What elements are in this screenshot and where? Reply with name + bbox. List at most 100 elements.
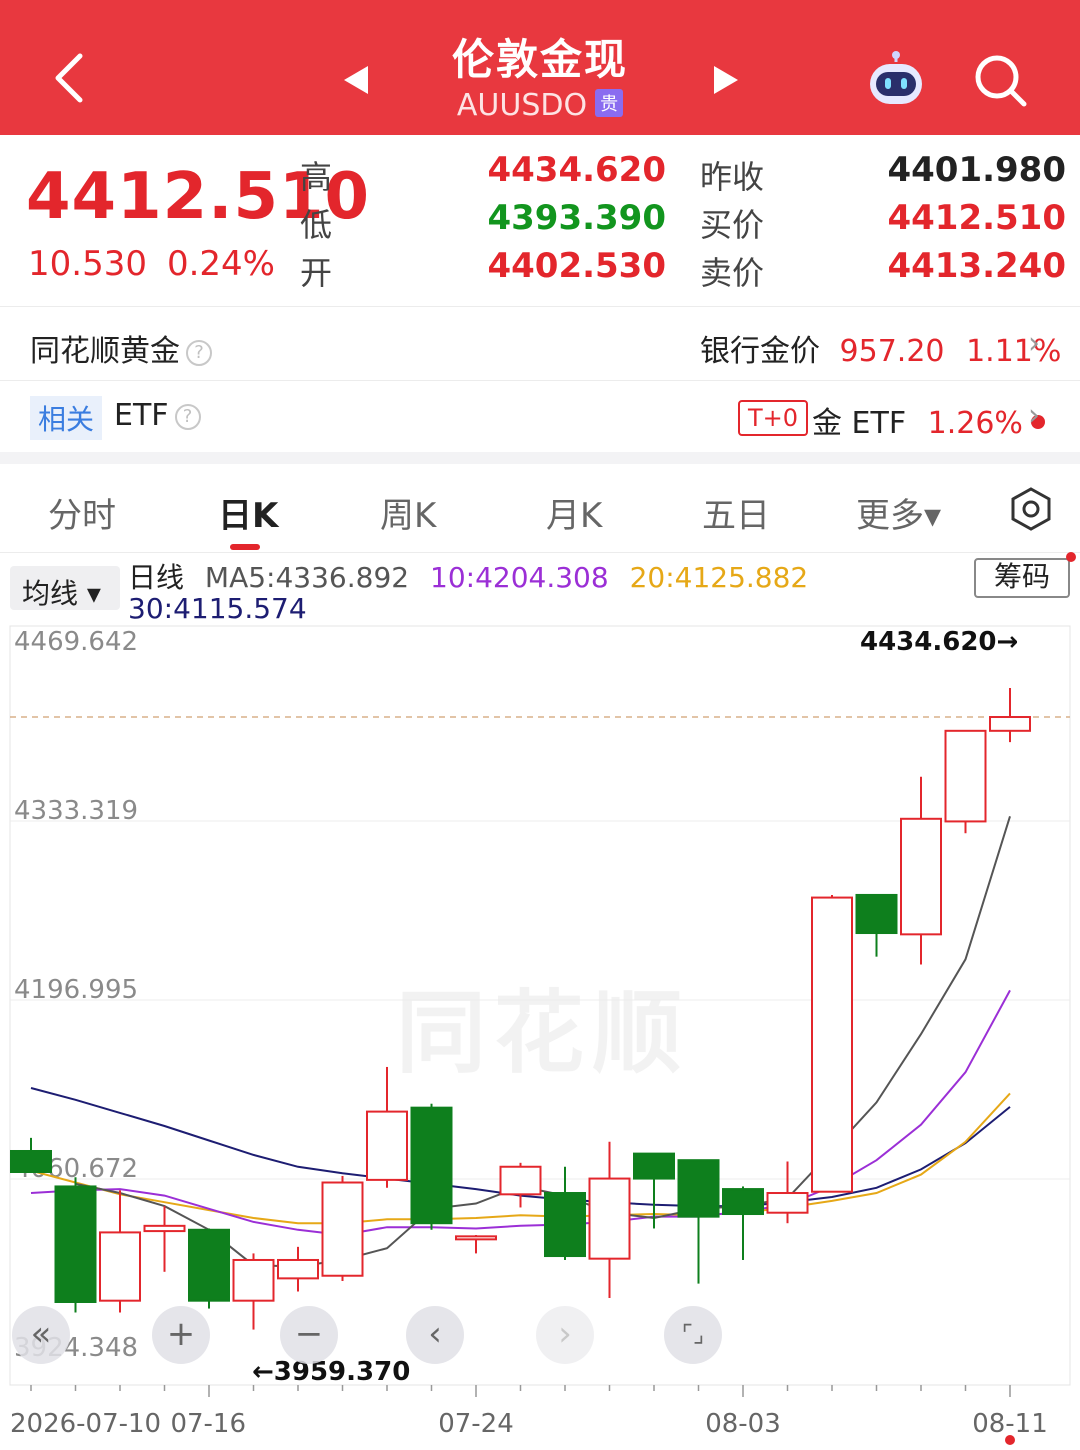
plot-frame bbox=[9, 625, 1071, 1386]
current-date-dot bbox=[1005, 1435, 1015, 1445]
candle-body bbox=[54, 1185, 97, 1303]
tab-monthly-k[interactable]: 月K bbox=[546, 488, 602, 537]
search-icon[interactable] bbox=[970, 50, 1030, 110]
divider bbox=[0, 552, 1080, 553]
high-label: 高 bbox=[300, 158, 333, 196]
instrument-title: 伦敦金现 bbox=[451, 35, 628, 84]
related-tag: 相关 bbox=[30, 396, 103, 440]
candle-body bbox=[277, 1258, 319, 1280]
high-value: 4434.620 bbox=[487, 150, 666, 190]
x-tick-label: 08-11 bbox=[972, 1409, 1048, 1439]
gold-etf-percent: 1.26% bbox=[927, 406, 1023, 441]
candle-body bbox=[232, 1258, 275, 1302]
candle-body bbox=[944, 729, 987, 823]
ma-selector-button[interactable]: 均线 ▾ bbox=[10, 566, 120, 610]
y-tick-label: 4333.319 bbox=[14, 796, 138, 826]
bank-gold-price[interactable]: 银行金价 957.20 1.11% bbox=[700, 326, 1061, 370]
ths-gold-entry[interactable]: 同花顺黄金? bbox=[30, 326, 212, 370]
open-value: 4402.530 bbox=[487, 246, 666, 286]
ma10-value: 10:4204.308 bbox=[430, 561, 609, 594]
y-tick-label: 4196.995 bbox=[14, 975, 138, 1005]
help-icon[interactable]: ? bbox=[186, 340, 212, 366]
etf-label: ETF bbox=[114, 398, 169, 433]
candle-body bbox=[588, 1177, 631, 1260]
y-tick-label: 4469.642 bbox=[14, 627, 138, 657]
divider bbox=[0, 306, 1080, 307]
ma-legend-line: 日线 MA5:4336.892 10:4204.308 20:4125.882 bbox=[128, 556, 808, 596]
candle-body bbox=[321, 1181, 364, 1277]
bid-label: 买价 bbox=[700, 206, 765, 244]
max-price-marker: 4434.620→ bbox=[860, 627, 1018, 657]
candle-body bbox=[499, 1165, 542, 1196]
candle-body bbox=[766, 1192, 809, 1214]
bid-value: 4412.510 bbox=[887, 198, 1066, 238]
zoom-out-button[interactable]: − bbox=[280, 1306, 338, 1364]
notification-dot-icon bbox=[1066, 552, 1076, 562]
candle-body bbox=[455, 1235, 497, 1241]
etf-entry[interactable]: ETF? bbox=[114, 398, 201, 433]
candle-body bbox=[188, 1228, 230, 1302]
chevron-left-icon[interactable] bbox=[44, 48, 94, 108]
bank-gold-label: 银行金价 bbox=[700, 334, 820, 369]
x-tick-label: 2026-07-10 bbox=[10, 1409, 161, 1439]
fullscreen-button[interactable]: ⌜⌟ bbox=[664, 1306, 722, 1364]
gold-etf-entry[interactable]: 金 ETF 1.26% bbox=[812, 398, 1045, 442]
robot-icon[interactable] bbox=[864, 50, 928, 110]
candle-body bbox=[143, 1224, 186, 1233]
candle-body bbox=[366, 1110, 408, 1181]
x-tick-label: 08-03 bbox=[705, 1409, 781, 1439]
pan-right-button[interactable]: › bbox=[536, 1306, 594, 1364]
chevron-right-icon[interactable]: › bbox=[1028, 326, 1040, 361]
period-label: 日线 bbox=[128, 561, 185, 594]
active-tab-indicator bbox=[230, 544, 260, 550]
candle-body bbox=[811, 896, 853, 1193]
change-value: 10.530 bbox=[28, 244, 147, 284]
tab-daily-k[interactable]: 日K bbox=[218, 488, 278, 537]
tab-intraday[interactable]: 分时 bbox=[48, 488, 116, 537]
zoom-in-button[interactable]: + bbox=[152, 1306, 210, 1364]
candle-body bbox=[677, 1159, 720, 1218]
candle-body bbox=[410, 1106, 453, 1225]
candle-body bbox=[722, 1188, 764, 1216]
pan-left-button[interactable]: ‹ bbox=[406, 1306, 464, 1364]
ma5-line bbox=[75, 816, 1011, 1268]
ask-value: 4413.240 bbox=[887, 246, 1066, 286]
change-percent: 0.24% bbox=[166, 244, 275, 284]
help-icon[interactable]: ? bbox=[174, 404, 201, 430]
tab-five-day[interactable]: 五日 bbox=[702, 488, 770, 537]
low-value: 4393.390 bbox=[487, 198, 666, 238]
instrument-code-text: AUUSDO bbox=[456, 88, 588, 123]
prev-close-label: 昨收 bbox=[700, 158, 765, 196]
chevron-right-icon[interactable]: › bbox=[1028, 398, 1040, 433]
open-label: 开 bbox=[300, 254, 333, 292]
x-tick-label: 07-16 bbox=[170, 1409, 246, 1439]
chip-distribution-button[interactable]: 筹码 bbox=[974, 558, 1070, 598]
min-price-marker: ←3959.370 bbox=[252, 1357, 410, 1387]
candle-body bbox=[855, 893, 898, 935]
gold-etf-label: 金 ETF bbox=[812, 406, 907, 441]
tab-more[interactable]: 更多▾ bbox=[856, 488, 941, 537]
x-tick-label: 07-24 bbox=[438, 1409, 514, 1439]
low-label: 低 bbox=[300, 206, 333, 244]
divider bbox=[0, 380, 1080, 381]
candle-body bbox=[99, 1231, 141, 1302]
price-change: 10.530 0.24% bbox=[28, 244, 295, 284]
hexagon-settings-icon[interactable] bbox=[1008, 486, 1054, 532]
t0-badge: T+0 bbox=[738, 400, 809, 436]
prev-close-value: 4401.980 bbox=[887, 150, 1066, 190]
candle-body bbox=[633, 1152, 675, 1180]
candle-body bbox=[10, 1149, 52, 1174]
ask-label: 卖价 bbox=[700, 254, 765, 292]
scroll-to-start-button[interactable]: « bbox=[12, 1306, 70, 1364]
section-gap bbox=[0, 452, 1080, 464]
bank-gold-value: 957.20 bbox=[839, 334, 945, 369]
tab-weekly-k[interactable]: 周K bbox=[380, 488, 436, 537]
triangle-left-icon[interactable] bbox=[340, 62, 372, 98]
ths-gold-label: 同花顺黄金 bbox=[30, 334, 180, 369]
candle-body bbox=[900, 817, 942, 936]
bank-gold-percent: 1.11% bbox=[966, 334, 1062, 369]
triangle-right-icon[interactable] bbox=[710, 62, 742, 98]
title-bar: 伦敦金现 AUUSDO 贵 bbox=[0, 0, 1080, 135]
ma20-value: 20:4125.882 bbox=[629, 561, 809, 594]
candle-body bbox=[544, 1192, 586, 1258]
